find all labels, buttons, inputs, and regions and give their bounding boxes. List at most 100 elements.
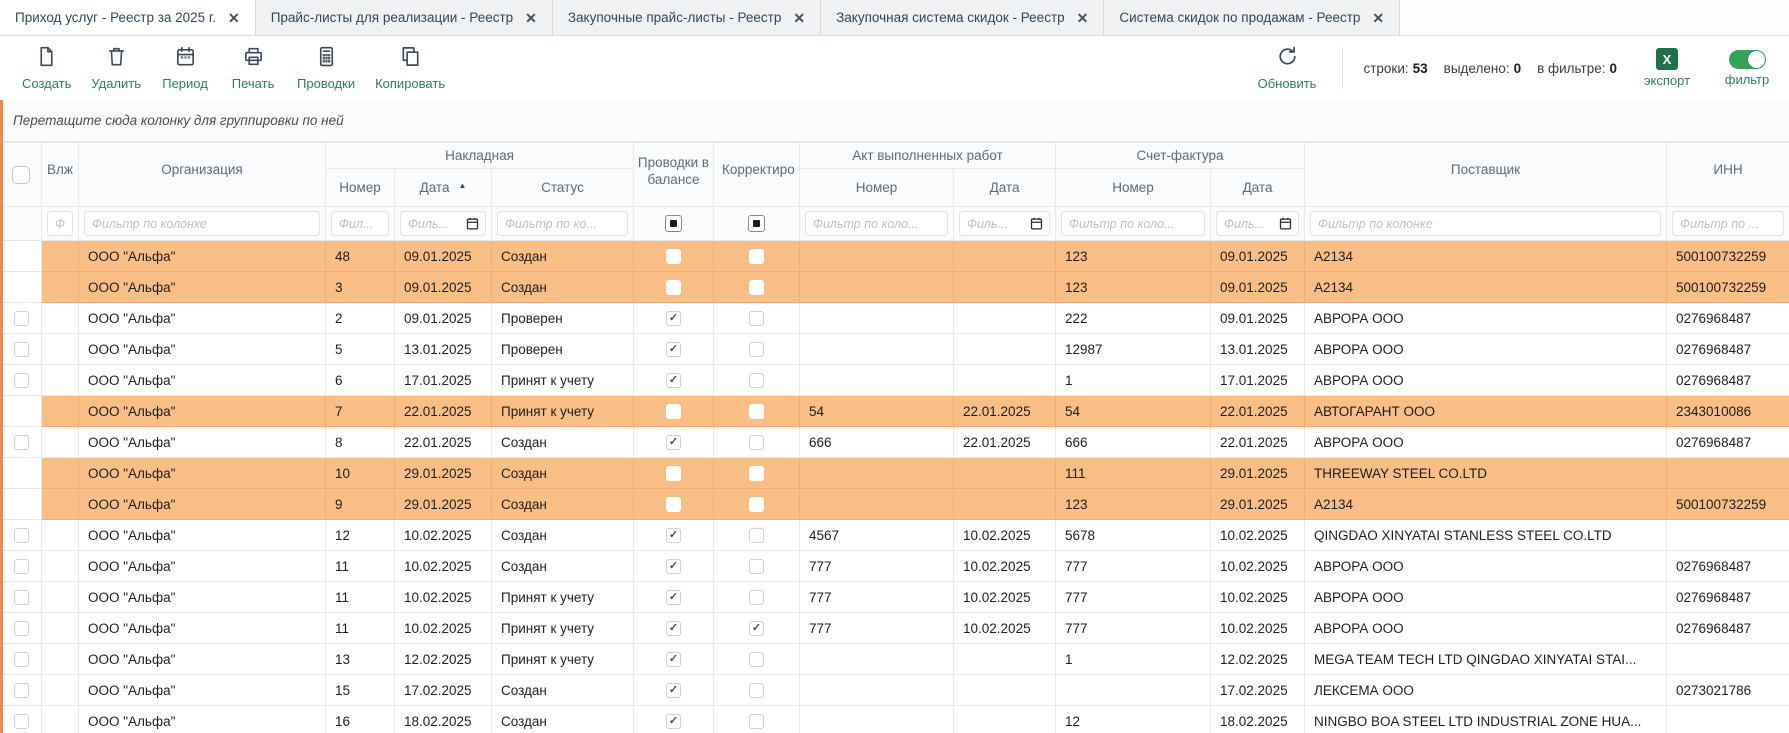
row-select-checkbox[interactable] bbox=[14, 466, 29, 481]
cell-postings-checkbox[interactable] bbox=[666, 404, 681, 419]
tab-close-icon[interactable]: ✕ bbox=[1077, 11, 1089, 25]
row-select-checkbox[interactable] bbox=[14, 404, 29, 419]
filter-input-status[interactable] bbox=[497, 211, 628, 236]
cell-postings-checkbox[interactable] bbox=[666, 559, 681, 574]
column-header-postings-in-balance[interactable]: Проводки в балансе bbox=[634, 143, 714, 207]
copy-button[interactable]: Копировать bbox=[369, 43, 451, 93]
calendar-picker-icon[interactable] bbox=[1278, 216, 1293, 231]
tab-close-icon[interactable]: ✕ bbox=[1372, 11, 1384, 25]
table-row[interactable]: ООО "Альфа"617.01.2025Принят к учету117.… bbox=[1, 365, 1789, 396]
table-row[interactable]: ООО "Альфа"1517.02.2025Создан17.02.2025Л… bbox=[1, 675, 1789, 706]
tab-1[interactable]: Приход услуг - Реестр за 2025 г.✕ bbox=[0, 0, 256, 35]
column-header-sf-date[interactable]: Дата bbox=[1211, 169, 1305, 207]
filter-input-invoice-number[interactable] bbox=[331, 211, 389, 236]
row-select-checkbox[interactable] bbox=[14, 528, 29, 543]
filter-input-sf-number[interactable] bbox=[1061, 211, 1205, 236]
cell-postings-checkbox[interactable] bbox=[666, 311, 681, 326]
filter-input-act-number[interactable] bbox=[805, 211, 948, 236]
column-header-correction[interactable]: Корректиро bbox=[714, 143, 800, 207]
filter-checkbox-indeterminate[interactable] bbox=[665, 215, 682, 232]
cell-correction-checkbox[interactable] bbox=[749, 466, 764, 481]
column-header-inn[interactable]: ИНН bbox=[1667, 143, 1789, 207]
table-row[interactable]: ООО "Альфа"1029.01.2025Создан11129.01.20… bbox=[1, 458, 1789, 489]
filter-input-inn[interactable] bbox=[1672, 211, 1784, 236]
row-select-checkbox[interactable] bbox=[14, 311, 29, 326]
calendar-picker-icon[interactable] bbox=[1029, 216, 1044, 231]
filter-input-organization[interactable] bbox=[84, 211, 320, 236]
cell-correction-checkbox[interactable] bbox=[749, 714, 764, 729]
column-header-sf-number[interactable]: Номер bbox=[1056, 169, 1211, 207]
row-select-checkbox[interactable] bbox=[14, 497, 29, 512]
row-select-checkbox[interactable] bbox=[14, 652, 29, 667]
column-header-organization[interactable]: Организация bbox=[79, 143, 326, 207]
cell-correction-checkbox[interactable] bbox=[749, 373, 764, 388]
row-select-checkbox[interactable] bbox=[14, 280, 29, 295]
tab-2[interactable]: Прайс-листы для реализации - Реестр✕ bbox=[256, 0, 553, 35]
filter-checkbox-indeterminate[interactable] bbox=[748, 215, 765, 232]
table-row[interactable]: ООО "Альфа"1618.02.2025Создан1218.02.202… bbox=[1, 706, 1789, 733]
cell-correction-checkbox[interactable] bbox=[749, 497, 764, 512]
cell-postings-checkbox[interactable] bbox=[666, 590, 681, 605]
cell-correction-checkbox[interactable] bbox=[749, 435, 764, 450]
row-select-checkbox[interactable] bbox=[14, 249, 29, 264]
cell-correction-checkbox[interactable] bbox=[749, 621, 764, 636]
cell-correction-checkbox[interactable] bbox=[749, 404, 764, 419]
cell-postings-checkbox[interactable] bbox=[666, 249, 681, 264]
cell-correction-checkbox[interactable] bbox=[749, 683, 764, 698]
cell-postings-checkbox[interactable] bbox=[666, 714, 681, 729]
select-all-checkbox[interactable] bbox=[12, 166, 30, 184]
row-select-checkbox[interactable] bbox=[14, 590, 29, 605]
cell-postings-checkbox[interactable] bbox=[666, 652, 681, 667]
create-button[interactable]: Создать bbox=[16, 43, 77, 93]
tab-4[interactable]: Закупочная система скидок - Реестр✕ bbox=[821, 0, 1104, 35]
cell-correction-checkbox[interactable] bbox=[749, 249, 764, 264]
toggle-on-icon[interactable] bbox=[1729, 50, 1766, 69]
tab-close-icon[interactable]: ✕ bbox=[525, 11, 537, 25]
tab-close-icon[interactable]: ✕ bbox=[228, 11, 240, 25]
grouping-drop-zone[interactable]: Перетащите сюда колонку для группировки … bbox=[0, 100, 1789, 142]
table-row[interactable]: ООО "Альфа"722.01.2025Принят к учету5422… bbox=[1, 396, 1789, 427]
row-select-checkbox[interactable] bbox=[14, 373, 29, 388]
cell-postings-checkbox[interactable] bbox=[666, 373, 681, 388]
column-header-act-date[interactable]: Дата bbox=[954, 169, 1056, 207]
delete-button[interactable]: Удалить bbox=[85, 43, 147, 93]
cell-postings-checkbox[interactable] bbox=[666, 528, 681, 543]
calendar-picker-icon[interactable] bbox=[465, 216, 480, 231]
table-row[interactable]: ООО "Альфа"4809.01.2025Создан12309.01.20… bbox=[1, 241, 1789, 272]
tab-close-icon[interactable]: ✕ bbox=[793, 11, 805, 25]
table-row[interactable]: ООО "Альфа"1312.02.2025Принят к учету112… bbox=[1, 644, 1789, 675]
cell-postings-checkbox[interactable] bbox=[666, 342, 681, 357]
export-button[interactable]: X экспорт bbox=[1637, 46, 1697, 90]
table-row[interactable]: ООО "Альфа"209.01.2025Проверен22209.01.2… bbox=[1, 303, 1789, 334]
table-row[interactable]: ООО "Альфа"929.01.2025Создан12329.01.202… bbox=[1, 489, 1789, 520]
row-select-checkbox[interactable] bbox=[14, 435, 29, 450]
cell-correction-checkbox[interactable] bbox=[749, 311, 764, 326]
table-row[interactable]: ООО "Альфа"513.01.2025Проверен1298713.01… bbox=[1, 334, 1789, 365]
cell-postings-checkbox[interactable] bbox=[666, 683, 681, 698]
table-row[interactable]: ООО "Альфа"1110.02.2025Принят к учету777… bbox=[1, 613, 1789, 644]
cell-correction-checkbox[interactable] bbox=[749, 590, 764, 605]
cell-correction-checkbox[interactable] bbox=[749, 280, 764, 295]
table-row[interactable]: ООО "Альфа"1110.02.2025Создан77710.02.20… bbox=[1, 551, 1789, 582]
column-header-vlozhenie[interactable]: Влж bbox=[42, 143, 79, 207]
cell-correction-checkbox[interactable] bbox=[749, 559, 764, 574]
cell-postings-checkbox[interactable] bbox=[666, 621, 681, 636]
cell-correction-checkbox[interactable] bbox=[749, 528, 764, 543]
table-row[interactable]: ООО "Альфа"1210.02.2025Создан456710.02.2… bbox=[1, 520, 1789, 551]
table-row[interactable]: ООО "Альфа"822.01.2025Создан66622.01.202… bbox=[1, 427, 1789, 458]
cell-postings-checkbox[interactable] bbox=[666, 497, 681, 512]
column-header-act-number[interactable]: Номер bbox=[800, 169, 954, 207]
filter-input-supplier[interactable] bbox=[1310, 211, 1661, 236]
cell-correction-checkbox[interactable] bbox=[749, 652, 764, 667]
filter-toggle[interactable]: фильтр bbox=[1717, 48, 1777, 89]
refresh-button[interactable]: Обновить bbox=[1252, 43, 1323, 93]
cell-postings-checkbox[interactable] bbox=[666, 466, 681, 481]
cell-postings-checkbox[interactable] bbox=[666, 435, 681, 450]
column-header-invoice-date[interactable]: Дата▲ bbox=[395, 169, 492, 207]
tab-3[interactable]: Закупочные прайс-листы - Реестр✕ bbox=[553, 0, 821, 35]
table-row[interactable]: ООО "Альфа"1110.02.2025Принят к учету777… bbox=[1, 582, 1789, 613]
cell-correction-checkbox[interactable] bbox=[749, 342, 764, 357]
row-select-checkbox[interactable] bbox=[14, 559, 29, 574]
column-header-supplier[interactable]: Поставщик bbox=[1305, 143, 1667, 207]
row-select-checkbox[interactable] bbox=[14, 714, 29, 729]
